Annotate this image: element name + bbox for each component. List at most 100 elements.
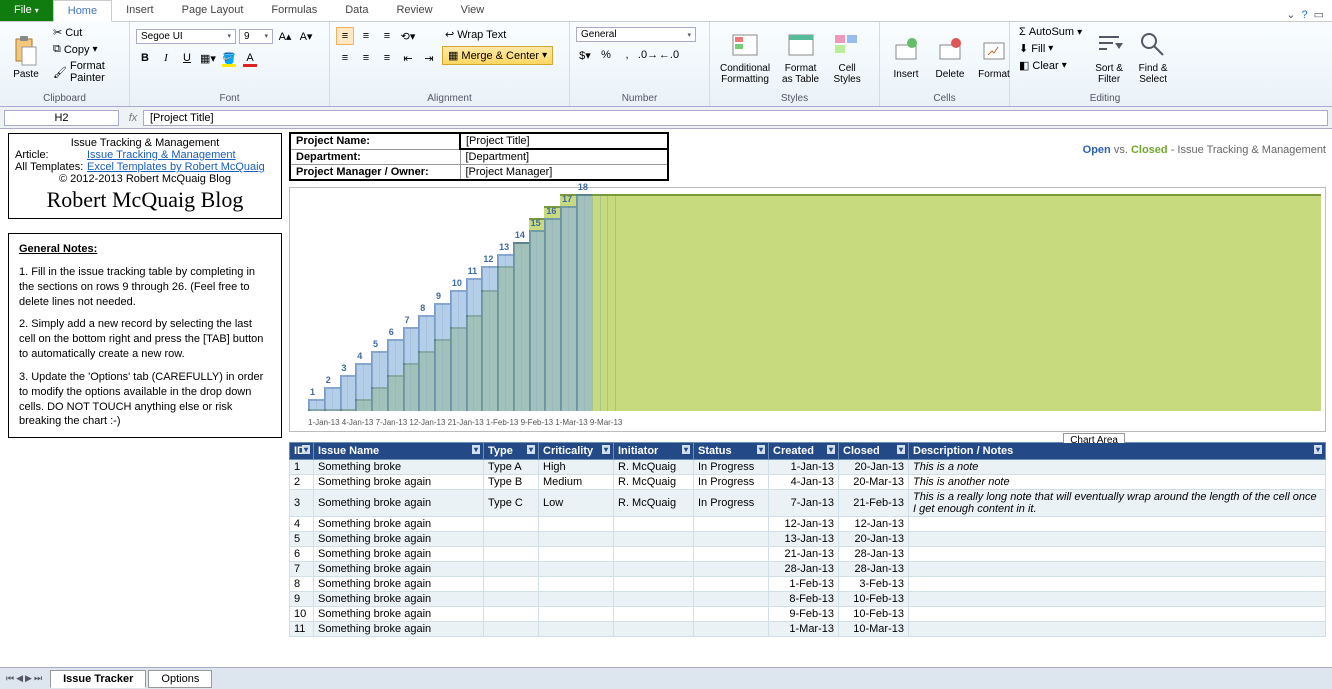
insert-button[interactable]: Insert: [886, 25, 926, 89]
col-type[interactable]: Type: [484, 443, 539, 460]
col-criticality[interactable]: Criticality: [539, 443, 614, 460]
cell-type[interactable]: Type A: [484, 460, 539, 475]
cell-init[interactable]: [614, 577, 694, 592]
table-row[interactable]: 7Something broke again28-Jan-1328-Jan-13: [290, 562, 1326, 577]
cell-desc[interactable]: [909, 577, 1326, 592]
cell-name[interactable]: Something broke: [314, 460, 484, 475]
cell-crit[interactable]: [539, 577, 614, 592]
cell-id[interactable]: 7: [290, 562, 314, 577]
cell-closed[interactable]: 20-Jan-13: [839, 532, 909, 547]
tab-page-layout[interactable]: Page Layout: [168, 0, 258, 21]
cell-id[interactable]: 5: [290, 532, 314, 547]
cell-desc[interactable]: This is another note: [909, 475, 1326, 490]
increase-decimal-icon[interactable]: .0→: [639, 46, 657, 64]
cell-desc[interactable]: This is a note: [909, 460, 1326, 475]
cell-closed[interactable]: 10-Mar-13: [839, 622, 909, 637]
cell-crit[interactable]: [539, 562, 614, 577]
formula-input[interactable]: [Project Title]: [143, 110, 1328, 126]
cell-name[interactable]: Something broke again: [314, 517, 484, 532]
wrap-text-button[interactable]: ↩Wrap Text: [442, 27, 553, 42]
table-row[interactable]: 9Something broke again8-Feb-1310-Feb-13: [290, 592, 1326, 607]
cell-crit[interactable]: [539, 532, 614, 547]
cell-status[interactable]: [694, 547, 769, 562]
cell-init[interactable]: [614, 532, 694, 547]
cell-crit[interactable]: High: [539, 460, 614, 475]
cell-desc[interactable]: [909, 562, 1326, 577]
cell-init[interactable]: [614, 547, 694, 562]
cell-crit[interactable]: Medium: [539, 475, 614, 490]
indent-increase-icon[interactable]: ⇥: [420, 49, 438, 67]
proj-name-cell[interactable]: [Project Title]: [460, 133, 668, 149]
article-link[interactable]: Issue Tracking & Management: [87, 149, 236, 161]
cell-status[interactable]: [694, 622, 769, 637]
table-row[interactable]: 10Something broke again9-Feb-1310-Feb-13: [290, 607, 1326, 622]
tab-insert[interactable]: Insert: [112, 0, 168, 21]
cell-id[interactable]: 10: [290, 607, 314, 622]
table-row[interactable]: 5Something broke again 13-Jan-1320-Jan-13: [290, 532, 1326, 547]
cell-desc[interactable]: [909, 547, 1326, 562]
align-right-icon[interactable]: ≡: [378, 49, 396, 67]
cell-created[interactable]: 4-Jan-13: [769, 475, 839, 490]
currency-icon[interactable]: $▾: [576, 46, 594, 64]
proj-dept-cell[interactable]: [Department]: [460, 149, 668, 165]
table-row[interactable]: 11Something broke again1-Mar-1310-Mar-13: [290, 622, 1326, 637]
indent-decrease-icon[interactable]: ⇤: [399, 49, 417, 67]
cell-closed[interactable]: 12-Jan-13: [839, 517, 909, 532]
cell-name[interactable]: Something broke again: [314, 532, 484, 547]
fx-icon[interactable]: fx: [123, 112, 143, 124]
tab-data[interactable]: Data: [331, 0, 382, 21]
delete-button[interactable]: Delete: [930, 25, 970, 89]
sheet-tab-options[interactable]: Options: [148, 670, 212, 688]
decrease-decimal-icon[interactable]: ←.0: [660, 46, 678, 64]
cell-created[interactable]: 12-Jan-13: [769, 517, 839, 532]
copy-button[interactable]: ⧉Copy▾: [50, 42, 123, 57]
cell-status[interactable]: In Progress: [694, 460, 769, 475]
format-button[interactable]: Format: [974, 25, 1014, 89]
conditional-formatting-button[interactable]: Conditional Formatting: [716, 25, 774, 89]
col-closed[interactable]: Closed: [839, 443, 909, 460]
cell-created[interactable]: 9-Feb-13: [769, 607, 839, 622]
comma-icon[interactable]: ,: [618, 46, 636, 64]
tab-review[interactable]: Review: [382, 0, 446, 21]
cell-closed[interactable]: 10-Feb-13: [839, 592, 909, 607]
table-row[interactable]: 2Something broke againType BMediumR. McQ…: [290, 475, 1326, 490]
border-button[interactable]: ▦▾: [199, 49, 217, 67]
cell-closed[interactable]: 3-Feb-13: [839, 577, 909, 592]
cell-type[interactable]: Type C: [484, 490, 539, 517]
cell-closed[interactable]: 21-Feb-13: [839, 490, 909, 517]
format-painter-button[interactable]: 🖌Format Painter: [50, 59, 123, 85]
align-middle-icon[interactable]: ≡: [357, 27, 375, 45]
cell-type[interactable]: [484, 532, 539, 547]
cell-type[interactable]: [484, 607, 539, 622]
align-center-icon[interactable]: ≡: [357, 49, 375, 67]
cell-status[interactable]: [694, 592, 769, 607]
cell-styles-button[interactable]: Cell Styles: [827, 25, 867, 89]
col-created[interactable]: Created: [769, 443, 839, 460]
col-status[interactable]: Status: [694, 443, 769, 460]
percent-icon[interactable]: %: [597, 46, 615, 64]
cell-desc[interactable]: [909, 592, 1326, 607]
increase-font-icon[interactable]: A▴: [276, 27, 294, 45]
col-description-notes[interactable]: Description / Notes: [909, 443, 1326, 460]
cell-status[interactable]: [694, 562, 769, 577]
cell-status[interactable]: [694, 532, 769, 547]
cell-type[interactable]: Type B: [484, 475, 539, 490]
font-color-button[interactable]: A: [241, 49, 259, 67]
tab-view[interactable]: View: [447, 0, 499, 21]
cell-created[interactable]: 1-Mar-13: [769, 622, 839, 637]
table-row[interactable]: 1Something brokeType AHighR. McQuaigIn P…: [290, 460, 1326, 475]
cell-desc[interactable]: [909, 607, 1326, 622]
cell-created[interactable]: 13-Jan-13: [769, 532, 839, 547]
clear-button[interactable]: ◧Clear▾: [1016, 58, 1085, 73]
paste-button[interactable]: Paste: [6, 25, 46, 89]
cell-crit[interactable]: [539, 517, 614, 532]
italic-button[interactable]: I: [157, 49, 175, 67]
cell-closed[interactable]: 20-Mar-13: [839, 475, 909, 490]
align-bottom-icon[interactable]: ≡: [378, 27, 396, 45]
font-size-combo[interactable]: 9: [239, 29, 273, 44]
cell-id[interactable]: 11: [290, 622, 314, 637]
cell-status[interactable]: In Progress: [694, 490, 769, 517]
cell-init[interactable]: [614, 607, 694, 622]
cell-id[interactable]: 8: [290, 577, 314, 592]
bold-button[interactable]: B: [136, 49, 154, 67]
